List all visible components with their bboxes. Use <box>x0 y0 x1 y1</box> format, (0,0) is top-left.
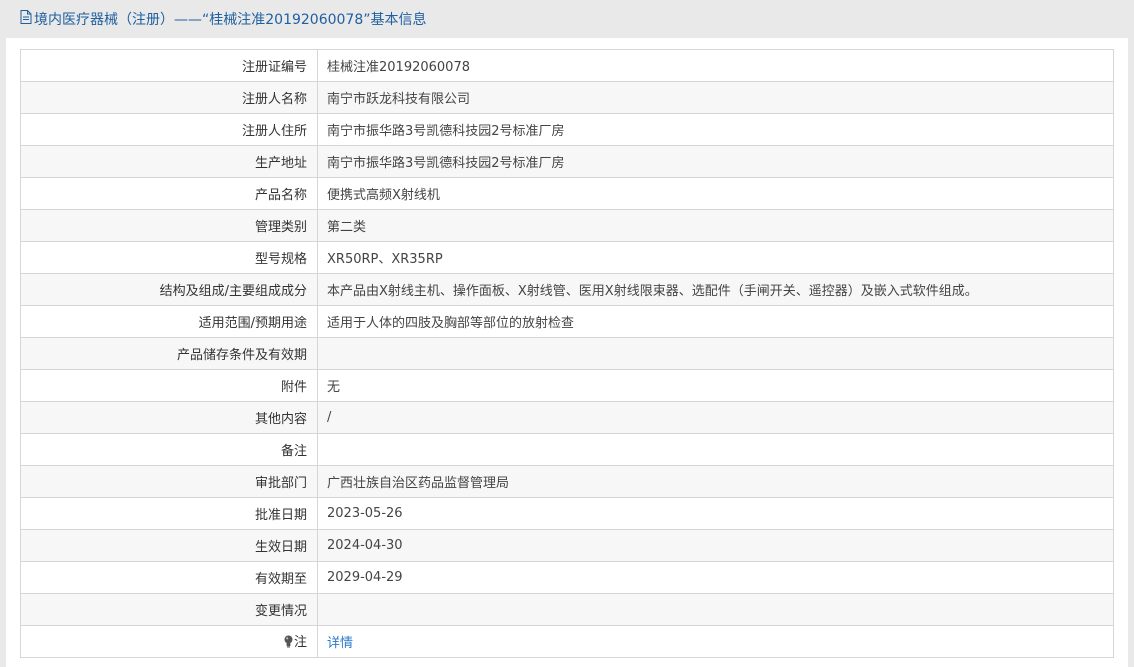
field-value: 适用于人体的四肢及胸部等部位的放射检查 <box>317 305 1114 338</box>
field-label: 附件 <box>20 369 318 402</box>
field-label: 型号规格 <box>20 241 318 274</box>
field-label: 备注 <box>20 433 318 466</box>
table-row: 注册人住所 南宁市振华路3号凯德科技园2号标准厂房 <box>20 113 1114 146</box>
field-value: 2029-04-29 <box>317 561 1114 594</box>
document-icon <box>20 10 32 28</box>
field-value: 广西壮族自治区药品监督管理局 <box>317 465 1114 498</box>
table-row: 结构及组成/主要组成成分 本产品由X射线主机、操作面板、X射线管、医用X射线限束器… <box>20 273 1114 306</box>
field-value: 南宁市振华路3号凯德科技园2号标准厂房 <box>317 113 1114 146</box>
table-row: 产品名称 便携式高频X射线机 <box>20 177 1114 210</box>
details-link[interactable]: 详情 <box>327 636 353 651</box>
field-label: 产品名称 <box>20 177 318 210</box>
table-row: 注册证编号 桂械注准20192060078 <box>20 49 1114 82</box>
field-value: 无 <box>317 369 1114 402</box>
field-value: / <box>317 401 1114 434</box>
table-row: 备注 <box>20 433 1114 466</box>
table-row: 变更情况 <box>20 593 1114 626</box>
field-label: 管理类别 <box>20 209 318 242</box>
table-row: 批准日期 2023-05-26 <box>20 497 1114 530</box>
field-label: 有效期至 <box>20 561 318 594</box>
note-label-cell: 注 <box>20 625 318 658</box>
field-value <box>317 593 1114 626</box>
field-value: 2023-05-26 <box>317 497 1114 530</box>
field-value <box>317 433 1114 466</box>
field-label: 结构及组成/主要组成成分 <box>20 273 318 306</box>
info-table: 注册证编号 桂械注准20192060078 注册人名称 南宁市跃龙科技有限公司 注册人住… <box>20 49 1114 658</box>
field-value: 南宁市振华路3号凯德科技园2号标准厂房 <box>317 145 1114 178</box>
field-label: 生产地址 <box>20 145 318 178</box>
table-row: 管理类别 第二类 <box>20 209 1114 242</box>
field-label: 生效日期 <box>20 529 318 562</box>
field-value: 第二类 <box>317 209 1114 242</box>
field-label: 审批部门 <box>20 465 318 498</box>
field-value: 桂械注准20192060078 <box>317 49 1114 82</box>
note-label: 注 <box>293 635 307 650</box>
note-row: 注 详情 <box>20 625 1114 658</box>
table-row: 附件无 <box>20 369 1114 402</box>
table-row: 生产地址 南宁市振华路3号凯德科技园2号标准厂房 <box>20 145 1114 178</box>
page-title-text: 境内医疗器械（注册）——“桂械注准20192060078”基本信息 <box>34 12 427 28</box>
field-value: XR50RP、XR35RP <box>317 241 1114 274</box>
page-title: 境内医疗器械（注册）——“桂械注准20192060078”基本信息 <box>20 9 426 29</box>
table-row: 产品储存条件及有效期 <box>20 337 1114 370</box>
field-label: 产品储存条件及有效期 <box>20 337 318 370</box>
table-row: 审批部门 广西壮族自治区药品监督管理局 <box>20 465 1114 498</box>
field-value: 2024-04-30 <box>317 529 1114 562</box>
field-label: 其他内容 <box>20 401 318 434</box>
field-label: 注册证编号 <box>20 49 318 82</box>
header-bar: 境内医疗器械（注册）——“桂械注准20192060078”基本信息 <box>6 0 1128 38</box>
table-row: 注册人名称 南宁市跃龙科技有限公司 <box>20 81 1114 114</box>
field-label: 注册人名称 <box>20 81 318 114</box>
lightbulb-icon <box>284 635 293 652</box>
field-label: 变更情况 <box>20 593 318 626</box>
field-label: 批准日期 <box>20 497 318 530</box>
table-row: 适用范围/预期用途 适用于人体的四肢及胸部等部位的放射检查 <box>20 305 1114 338</box>
field-label: 注册人住所 <box>20 113 318 146</box>
field-value: 本产品由X射线主机、操作面板、X射线管、医用X射线限束器、选配件（手闸开关、遥控… <box>317 273 1114 306</box>
field-value: 便携式高频X射线机 <box>317 177 1114 210</box>
table-row: 生效日期 2024-04-30 <box>20 529 1114 562</box>
field-value <box>317 337 1114 370</box>
field-label: 适用范围/预期用途 <box>20 305 318 338</box>
table-row: 其他内容 / <box>20 401 1114 434</box>
field-value: 南宁市跃龙科技有限公司 <box>317 81 1114 114</box>
info-panel: 注册证编号 桂械注准20192060078 注册人名称 南宁市跃龙科技有限公司 注册人住… <box>6 38 1128 667</box>
table-row: 有效期至 2029-04-29 <box>20 561 1114 594</box>
table-row: 型号规格 XR50RP、XR35RP <box>20 241 1114 274</box>
note-value-cell: 详情 <box>317 625 1114 658</box>
